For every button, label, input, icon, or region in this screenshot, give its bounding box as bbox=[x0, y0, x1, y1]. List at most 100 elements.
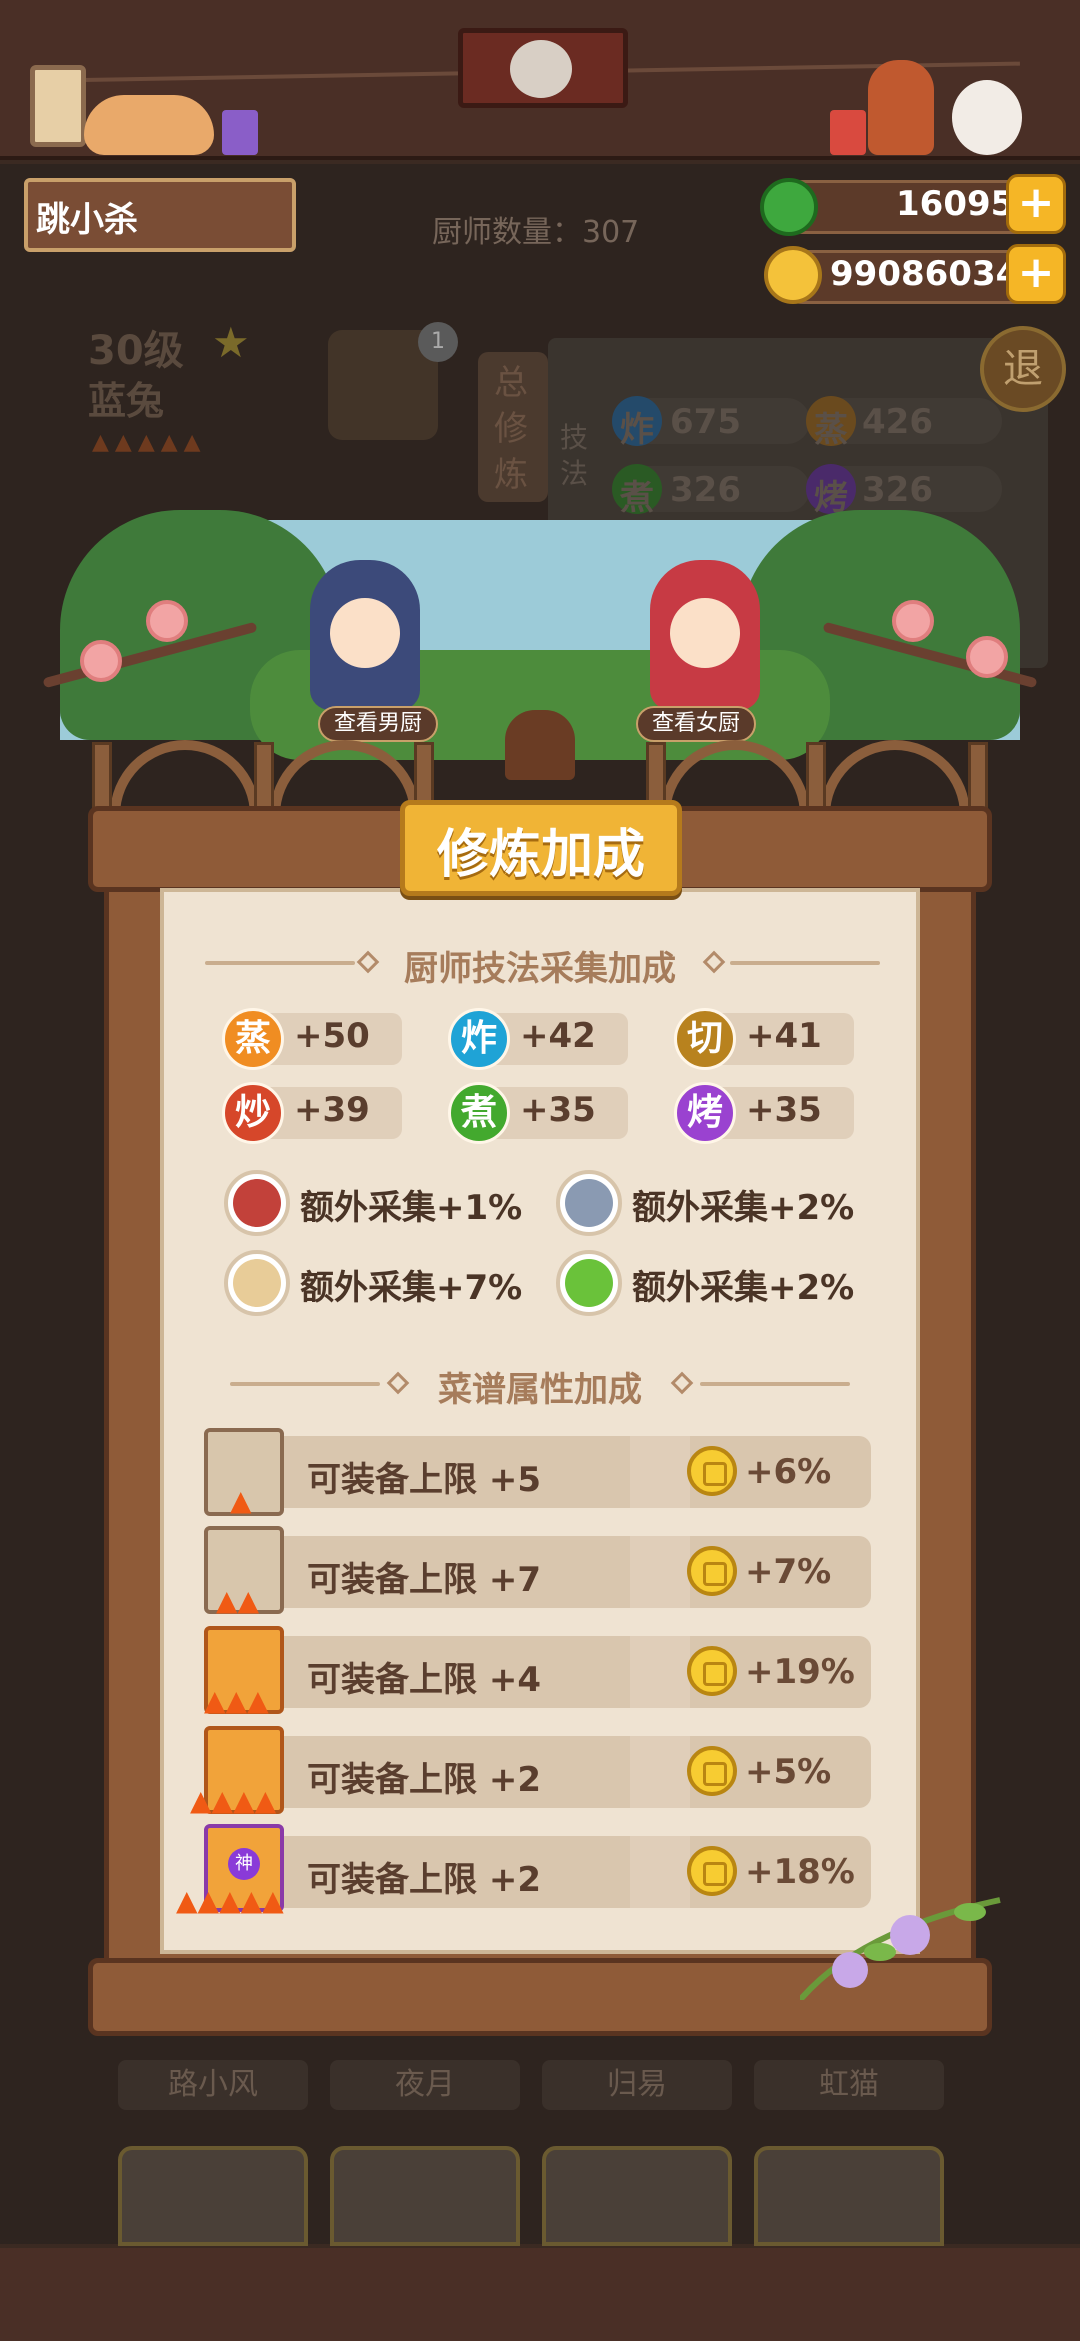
recipe-equip-limit: 可装备上限 +2 bbox=[307, 1760, 541, 1800]
view-male-chef-button[interactable]: 查看男厨 bbox=[318, 706, 439, 742]
fry-icon: 炸 bbox=[448, 1008, 510, 1070]
recipe-bonus-row: 可装备上限 +5 +6% bbox=[205, 1436, 871, 1508]
add-coin-button[interactable]: + bbox=[1006, 244, 1066, 304]
extra-gather-text: 额外采集+2% bbox=[632, 1188, 855, 1228]
chef-tab[interactable]: 虹猫 bbox=[754, 2060, 944, 2110]
skill-badge: 1 bbox=[418, 322, 458, 362]
chef-portrait-card[interactable] bbox=[542, 2146, 732, 2246]
coin-icon bbox=[687, 1846, 737, 1896]
technique-value: +50 bbox=[294, 1016, 370, 1056]
coin-icon bbox=[687, 1646, 737, 1696]
flame-icon: ▲▲▲▲▲ bbox=[176, 1884, 284, 1917]
chef-portrait-card[interactable] bbox=[118, 2146, 308, 2246]
panel-title: 修炼加成 bbox=[436, 825, 645, 885]
coin-icon bbox=[687, 1746, 737, 1796]
scroll-character-icon bbox=[510, 40, 572, 98]
technique-fry: 炸 +42 bbox=[448, 1008, 648, 1070]
recipe-equip-limit: 可装备上限 +2 bbox=[307, 1860, 541, 1900]
flame-icon: ▲ bbox=[230, 1484, 252, 1517]
extra-gather-flour: 额外采集+7% bbox=[224, 1250, 524, 1316]
flower-icon bbox=[966, 636, 1008, 678]
vegetable-icon bbox=[565, 1259, 613, 1307]
purple-jar-decor bbox=[222, 110, 258, 155]
sleeping-cat-decor bbox=[84, 95, 214, 155]
chef-count-label: 厨师数量：307 bbox=[432, 215, 640, 250]
stat-boil-value: 326 bbox=[670, 470, 741, 510]
technique-steam: 蒸 +50 bbox=[222, 1008, 422, 1070]
technique-label: 技法 bbox=[560, 421, 589, 490]
flour-icon bbox=[233, 1259, 281, 1307]
coin-icon bbox=[687, 1446, 737, 1496]
total-training-label: 总修炼 bbox=[494, 363, 528, 495]
technique-stirfry: 炒 +39 bbox=[222, 1082, 422, 1144]
recipe-equip-limit: 可装备上限 +4 bbox=[307, 1660, 541, 1700]
chef-name: 蓝兔 bbox=[88, 379, 165, 423]
railing-post bbox=[806, 742, 826, 812]
extra-gather-fish: 额外采集+2% bbox=[556, 1170, 856, 1236]
flame-icon: ▲▲ bbox=[216, 1584, 260, 1617]
technique-section-title: 厨师技法采集加成 bbox=[404, 949, 676, 989]
recipe-section-title: 菜谱属性加成 bbox=[438, 1370, 642, 1410]
flame-icon: ▲▲▲ bbox=[204, 1684, 269, 1717]
extra-gather-meat: 额外采集+1% bbox=[224, 1170, 524, 1236]
meat-icon bbox=[233, 1179, 281, 1227]
flower-icon bbox=[146, 600, 188, 642]
jade-icon bbox=[760, 178, 818, 236]
coin-amount: 99086034 bbox=[830, 254, 1020, 294]
chef-tab[interactable]: 归易 bbox=[542, 2060, 732, 2110]
male-chef-face bbox=[330, 598, 400, 668]
recipe-bonus-value: +5% bbox=[745, 1752, 832, 1792]
recipe-bonus-row: 可装备上限 +7 +7% bbox=[205, 1536, 871, 1608]
stat-steam-icon-label: 蒸 bbox=[814, 410, 848, 450]
white-cat-decor bbox=[952, 80, 1022, 155]
technique-value: +35 bbox=[520, 1090, 596, 1130]
stat-steam-value: 426 bbox=[862, 402, 933, 442]
chef-portrait-card[interactable] bbox=[754, 2146, 944, 2246]
recipe-bonus-row: 可装备上限 +2 +5% bbox=[205, 1736, 871, 1808]
chef-portrait-card[interactable] bbox=[330, 2146, 520, 2246]
bottom-bar bbox=[0, 2248, 1080, 2341]
boy-character-decor bbox=[868, 60, 934, 155]
technique-value: +42 bbox=[520, 1016, 596, 1056]
return-button[interactable]: 退 bbox=[980, 326, 1066, 412]
technique-value: +39 bbox=[294, 1090, 370, 1130]
star-icon: ★ bbox=[212, 318, 250, 367]
coin-icon bbox=[764, 246, 822, 304]
view-female-chef-button[interactable]: 查看女厨 bbox=[636, 706, 757, 742]
recipe-bonus-value: +19% bbox=[745, 1652, 855, 1692]
flame-rating-icons: ▲▲▲▲▲ bbox=[92, 430, 207, 455]
red-jar-decor bbox=[830, 110, 866, 155]
recipe-bonus-row: 可装备上限 +4 +19% bbox=[205, 1636, 871, 1708]
fish-icon bbox=[565, 1179, 613, 1227]
birdhouse-decor bbox=[505, 710, 575, 780]
add-jade-button[interactable]: + bbox=[1006, 174, 1066, 234]
chef-level: 30级 bbox=[88, 328, 184, 374]
extra-gather-text: 额外采集+2% bbox=[632, 1268, 855, 1308]
coin-icon bbox=[687, 1546, 737, 1596]
railing-post bbox=[254, 742, 274, 812]
player-name: 跳小杀 bbox=[36, 200, 138, 240]
female-chef-face bbox=[670, 598, 740, 668]
god-badge: 神 bbox=[228, 1848, 260, 1880]
recipe-bonus-value: +7% bbox=[745, 1552, 832, 1592]
flower-icon bbox=[80, 640, 122, 682]
technique-boil: 煮 +35 bbox=[448, 1082, 648, 1144]
technique-value: +41 bbox=[746, 1016, 822, 1056]
chef-tab[interactable]: 路小风 bbox=[118, 2060, 308, 2110]
jade-amount: 16095 bbox=[896, 184, 1015, 224]
stat-fry-value: 675 bbox=[670, 402, 741, 442]
extra-gather-text: 额外采集+7% bbox=[300, 1268, 523, 1308]
boil-icon: 煮 bbox=[448, 1082, 510, 1144]
roast-icon: 烤 bbox=[674, 1082, 736, 1144]
recipe-bonus-value: +18% bbox=[745, 1852, 855, 1892]
chef-tab[interactable]: 夜月 bbox=[330, 2060, 520, 2110]
paw-frame-decor bbox=[30, 65, 86, 147]
recipe-bonus-row: 可装备上限 +2 +18% bbox=[205, 1836, 871, 1908]
steam-icon: 蒸 bbox=[222, 1008, 284, 1070]
recipe-bonus-value: +6% bbox=[745, 1452, 832, 1492]
technique-roast: 烤 +35 bbox=[674, 1082, 874, 1144]
cut-icon: 切 bbox=[674, 1008, 736, 1070]
extra-gather-vegetable: 额外采集+2% bbox=[556, 1250, 856, 1316]
railing-post bbox=[968, 742, 988, 812]
flower-icon bbox=[892, 600, 934, 642]
